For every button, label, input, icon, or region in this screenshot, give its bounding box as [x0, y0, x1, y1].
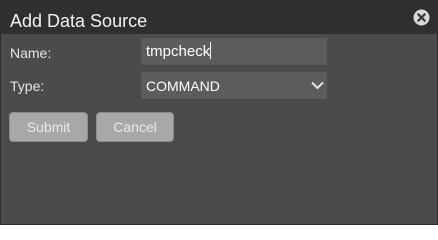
- add-data-source-dialog: Add Data Source Name: tmpcheck Type: COM…: [0, 0, 438, 225]
- cancel-button[interactable]: Cancel: [96, 112, 174, 142]
- close-icon[interactable]: [413, 9, 430, 26]
- chevron-down-icon[interactable]: [311, 81, 324, 90]
- name-input-value: tmpcheck: [146, 43, 211, 60]
- type-select[interactable]: COMMAND: [141, 72, 327, 99]
- dialog-title: Add Data Source: [10, 11, 148, 31]
- name-label: Name:: [10, 45, 52, 61]
- name-input[interactable]: tmpcheck: [141, 38, 327, 65]
- text-cursor: [210, 42, 212, 59]
- submit-button[interactable]: Submit: [9, 112, 88, 142]
- type-select-value: COMMAND: [146, 78, 220, 94]
- dialog-title-bar: Add Data Source: [1, 1, 437, 34]
- type-label: Type:: [10, 78, 45, 94]
